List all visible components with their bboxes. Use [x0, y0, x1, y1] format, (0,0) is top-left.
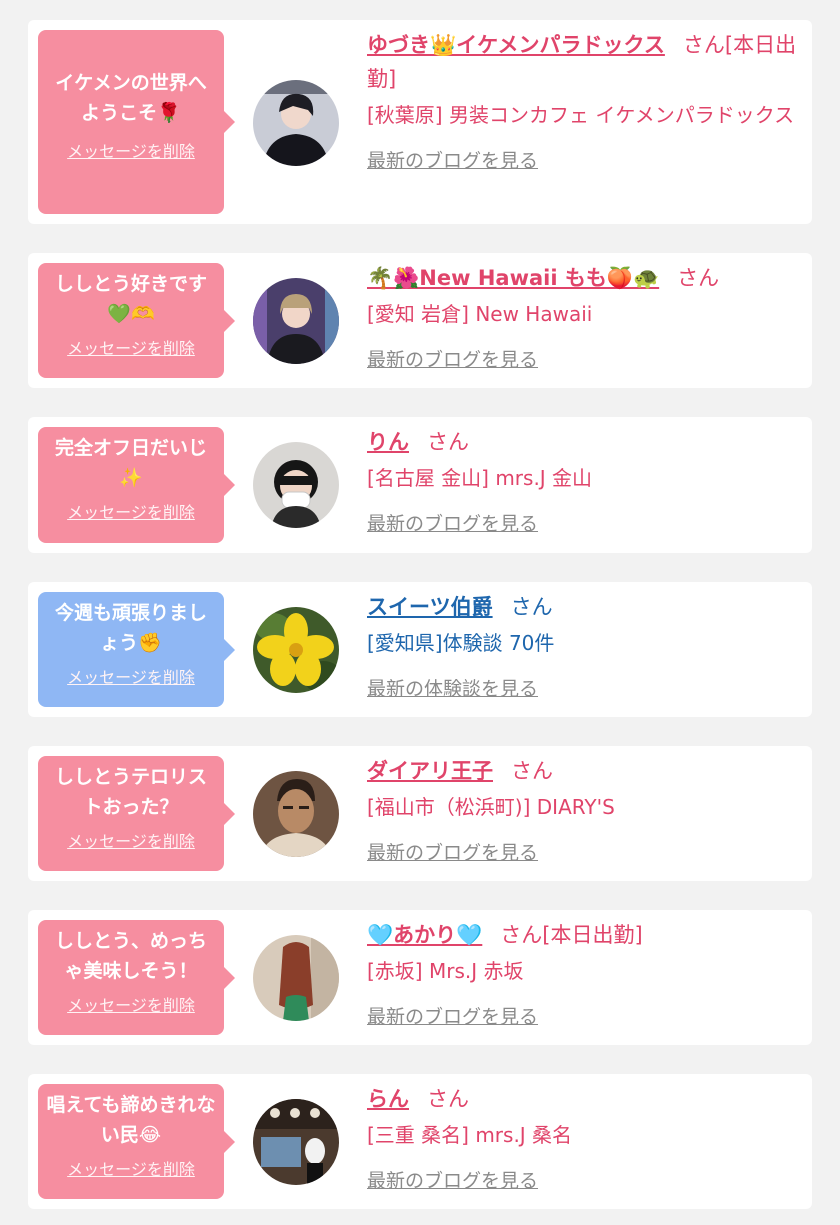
sender-name-link[interactable]: りん: [367, 430, 409, 454]
sender-name-link[interactable]: らん: [367, 1087, 409, 1111]
latest-blog-link[interactable]: 最新のブログを見る: [367, 509, 538, 536]
sender-suffix: さん: [511, 759, 553, 783]
sender-info: ダイアリ王子 さん [福山市（松浜町)] DIARY'S 最新のブログを見る: [367, 754, 798, 865]
shop-info: [秋葉原] 男装コンカフェ イケメンパラドックス: [367, 103, 795, 127]
sender-name-link[interactable]: ゆづき👑イケメンパラドックス: [367, 33, 665, 57]
avatar[interactable]: [253, 1099, 339, 1185]
message-card: 唱えても諦めきれない民😂 メッセージを削除 らん さん [三重 桑名] mrs.J…: [28, 1074, 812, 1209]
avatar[interactable]: [253, 278, 339, 364]
sender-suffix: さん[本日出勤]: [500, 923, 643, 947]
latest-blog-link[interactable]: 最新のブログを見る: [367, 838, 538, 865]
sender-info: 🌴🌺New Hawaii もも🍑🐢 さん [愛知 岩倉] New Hawaii 最…: [367, 261, 798, 372]
sender-suffix: さん: [427, 430, 469, 454]
bubble-message-text: イケメンの世界へようこそ🌹: [55, 72, 207, 124]
sender-name-line: ゆづき👑イケメンパラドックス さん[本日出勤]: [367, 28, 798, 96]
sender-name-link[interactable]: 🌴🌺New Hawaii もも🍑🐢: [367, 266, 659, 290]
delete-message-link[interactable]: メッセージを削除: [46, 828, 216, 852]
sender-name-link[interactable]: ダイアリ王子: [367, 759, 493, 783]
message-bubble: 唱えても諦めきれない民😂 メッセージを削除: [38, 1084, 235, 1199]
avatar[interactable]: [253, 771, 339, 857]
message-bubble: ししとうテロリストおった？ メッセージを削除: [38, 756, 235, 871]
avatar[interactable]: [253, 935, 339, 1021]
bubble-message-text: ししとう、めっちゃ美味しそう！: [54, 930, 207, 982]
sender-info: らん さん [三重 桑名] mrs.J 桑名 最新のブログを見る: [367, 1082, 798, 1193]
message-bubble: イケメンの世界へようこそ🌹 メッセージを削除: [38, 30, 235, 214]
sender-name-line: ダイアリ王子 さん: [367, 754, 798, 788]
latest-review-link[interactable]: 最新の体験談を見る: [367, 674, 538, 701]
bubble-message-text: 今週も頑張りましょう✊: [54, 602, 207, 654]
delete-message-link[interactable]: メッセージを削除: [46, 992, 216, 1016]
sender-name-line: スイーツ伯爵 さん: [367, 590, 798, 624]
sender-info: りん さん [名古屋 金山] mrs.J 金山 最新のブログを見る: [367, 425, 798, 536]
message-card: ししとう好きです 💚🫶 メッセージを削除 🌴🌺New Hawaii もも🍑🐢 さん…: [28, 253, 812, 388]
avatar[interactable]: [253, 80, 339, 166]
delete-message-link[interactable]: メッセージを削除: [46, 1156, 216, 1180]
latest-blog-link[interactable]: 最新のブログを見る: [367, 1002, 538, 1029]
sender-name-line: 🌴🌺New Hawaii もも🍑🐢 さん: [367, 261, 798, 295]
latest-blog-link[interactable]: 最新のブログを見る: [367, 345, 538, 372]
delete-message-link[interactable]: メッセージを削除: [46, 335, 216, 359]
sender-name-link[interactable]: 🩵あかり🩵: [367, 923, 482, 947]
review-count-info: [愛知県]体験談 70件: [367, 631, 555, 655]
shop-info: [赤坂] Mrs.J 赤坂: [367, 959, 524, 983]
sender-info: スイーツ伯爵 さん [愛知県]体験談 70件 最新の体験談を見る: [367, 590, 798, 701]
sender-suffix: さん: [427, 1087, 469, 1111]
sender-suffix: さん: [677, 266, 720, 290]
sender-info: ゆづき👑イケメンパラドックス さん[本日出勤] [秋葉原] 男装コンカフェ イケメ…: [367, 28, 798, 173]
message-bubble: ししとう、めっちゃ美味しそう！ メッセージを削除: [38, 920, 235, 1035]
latest-blog-link[interactable]: 最新のブログを見る: [367, 1166, 538, 1193]
shop-info: [名古屋 金山] mrs.J 金山: [367, 466, 593, 490]
message-card: 今週も頑張りましょう✊ メッセージを削除 スイーツ伯爵 さん [愛知県]体験談 …: [28, 582, 812, 717]
delete-message-link[interactable]: メッセージを削除: [46, 499, 216, 523]
message-card: イケメンの世界へようこそ🌹 メッセージを削除 ゆづき👑イケメンパラドックス さん[…: [28, 20, 812, 224]
bubble-message-text: 唱えても諦めきれない民😂: [46, 1094, 216, 1146]
sender-name-line: 🩵あかり🩵 さん[本日出勤]: [367, 918, 798, 952]
shop-info: [愛知 岩倉] New Hawaii: [367, 302, 593, 326]
sender-suffix: さん: [510, 595, 553, 619]
shop-info: [福山市（松浜町)] DIARY'S: [367, 795, 615, 819]
avatar[interactable]: [253, 607, 339, 693]
latest-blog-link[interactable]: 最新のブログを見る: [367, 146, 538, 173]
message-bubble: 完全オフ日だいじ ✨ メッセージを削除: [38, 427, 235, 543]
sender-name-line: りん さん: [367, 425, 798, 459]
message-bubble: 今週も頑張りましょう✊ メッセージを削除: [38, 592, 235, 707]
delete-message-link[interactable]: メッセージを削除: [46, 664, 216, 688]
shop-info: [三重 桑名] mrs.J 桑名: [367, 1123, 573, 1147]
bubble-message-text: ししとう好きです 💚🫶: [54, 273, 207, 325]
message-list: イケメンの世界へようこそ🌹 メッセージを削除 ゆづき👑イケメンパラドックス さん[…: [0, 0, 840, 1225]
sender-name-line: らん さん: [367, 1082, 798, 1116]
message-bubble: ししとう好きです 💚🫶 メッセージを削除: [38, 263, 235, 378]
message-card: ししとう、めっちゃ美味しそう！ メッセージを削除 🩵あかり🩵 さん[本日出勤] […: [28, 910, 812, 1045]
message-card: 完全オフ日だいじ ✨ メッセージを削除 りん さん [名古屋 金山] mrs.J …: [28, 417, 812, 553]
bubble-message-text: ししとうテロリストおった？: [54, 766, 207, 818]
delete-message-link[interactable]: メッセージを削除: [46, 138, 216, 162]
sender-name-link[interactable]: スイーツ伯爵: [367, 595, 493, 619]
sender-info: 🩵あかり🩵 さん[本日出勤] [赤坂] Mrs.J 赤坂 最新のブログを見る: [367, 918, 798, 1029]
bubble-message-text: 完全オフ日だいじ ✨: [54, 437, 207, 489]
message-card: ししとうテロリストおった？ メッセージを削除 ダイアリ王子 さん [福山市（松浜町…: [28, 746, 812, 881]
avatar[interactable]: [253, 442, 339, 528]
